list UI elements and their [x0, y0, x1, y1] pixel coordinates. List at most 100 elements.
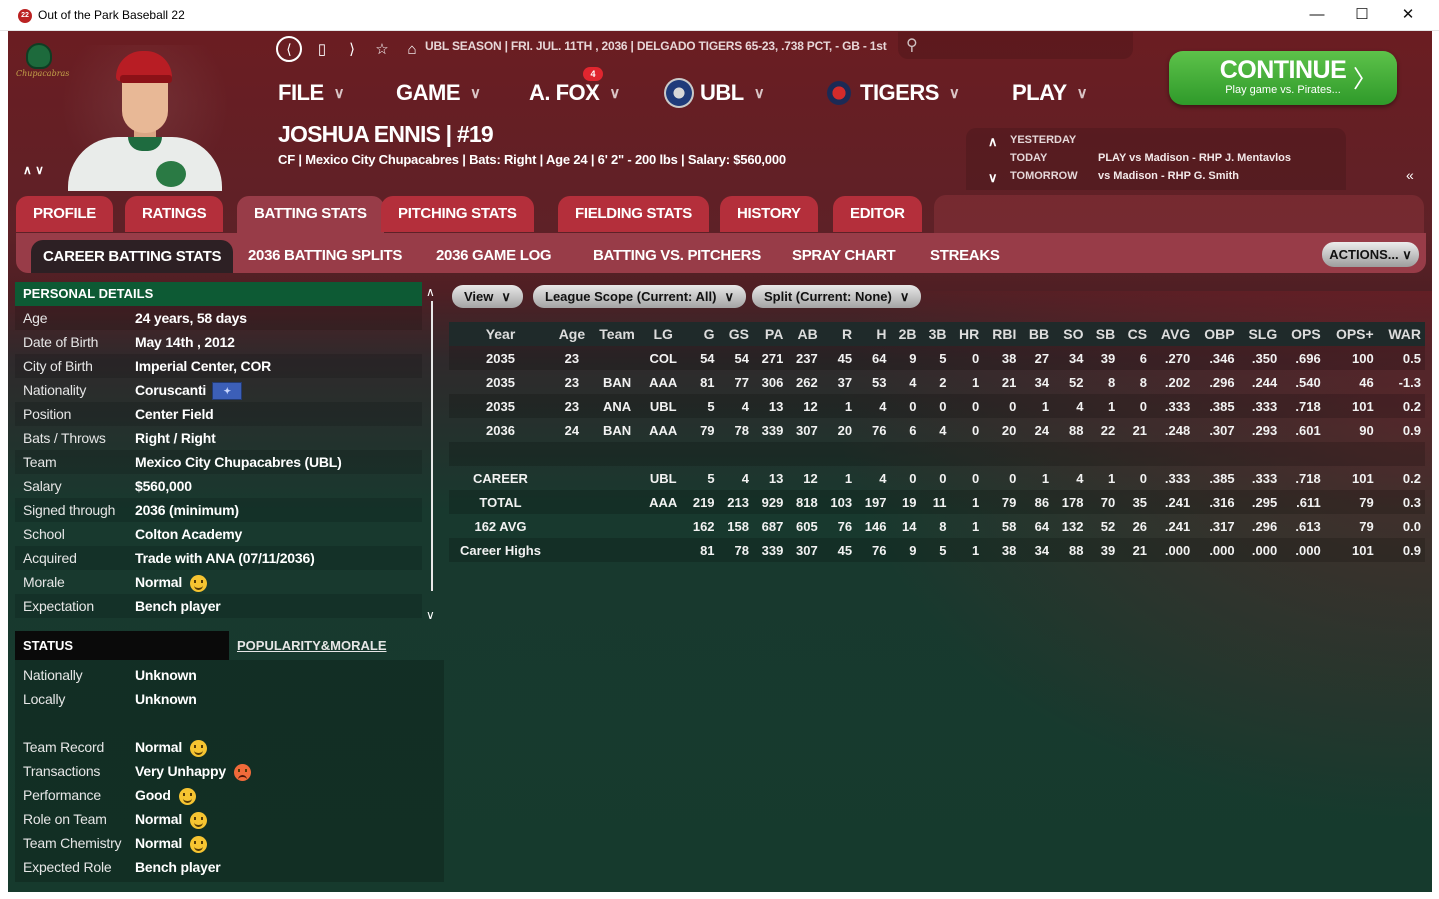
menu-league[interactable]: UBL ∨: [664, 78, 765, 108]
table-cell: 90: [1359, 422, 1374, 438]
table-cell: [950, 442, 984, 466]
scrollbar[interactable]: [431, 301, 433, 591]
table-cell: 54: [718, 346, 753, 370]
table-cell: [752, 442, 788, 466]
maximize-button[interactable]: ☐: [1345, 4, 1379, 26]
column-header[interactable]: H: [856, 322, 891, 346]
subtab-streaks[interactable]: STREAKS: [930, 242, 1000, 270]
column-header[interactable]: SLG: [1238, 322, 1282, 346]
notification-badge: 4: [583, 67, 603, 81]
table-cell: [642, 442, 685, 466]
column-header[interactable]: CS: [1119, 322, 1152, 346]
continue-button[interactable]: CONTINUE Play game vs. Pirates... 〉: [1169, 51, 1397, 105]
menu-team[interactable]: TIGERS ∨: [824, 78, 960, 108]
table-cell: .333: [1251, 470, 1278, 486]
forward-icon[interactable]: ⟩: [342, 40, 362, 58]
column-header[interactable]: 3B: [920, 322, 951, 346]
table-cell: COL: [642, 346, 685, 370]
tab-pitching-stats[interactable]: PITCHING STATS: [381, 196, 534, 232]
column-header[interactable]: AB: [787, 322, 822, 346]
column-header[interactable]: GS: [718, 322, 753, 346]
column-header[interactable]: RBI: [983, 322, 1021, 346]
detail-value: Trade with ANA (07/11/2036): [135, 550, 315, 566]
column-header[interactable]: OBP: [1194, 322, 1239, 346]
menu-play[interactable]: PLAY ∨: [1012, 78, 1088, 108]
table-cell: [592, 514, 642, 538]
minimize-button[interactable]: —: [1300, 4, 1334, 26]
column-header[interactable]: BB: [1020, 322, 1054, 346]
league-scope-dropdown[interactable]: League Scope (Current: All) ∨: [533, 285, 746, 308]
table-cell: .000: [1194, 538, 1239, 562]
subtab-career-batting-stats[interactable]: CAREER BATTING STATS: [31, 240, 234, 273]
table-cell: .244: [1251, 374, 1278, 390]
actions-button[interactable]: ACTIONS... ∨: [1322, 242, 1419, 267]
menu-file[interactable]: FILE ∨: [278, 78, 345, 108]
table-cell: 162 AVG: [474, 518, 527, 534]
bookmark-icon[interactable]: ▯: [312, 40, 332, 58]
tab-profile[interactable]: PROFILE: [16, 196, 113, 232]
menu-manager[interactable]: A. FOX ∨: [529, 78, 620, 108]
subtab-batting-vs-pitchers[interactable]: BATTING VS. PITCHERS: [593, 242, 761, 270]
table-row: TOTAL AAA 219 213 929 818 103 197 19 11 1 79 86 178 70…: [449, 490, 1425, 514]
table-cell: 2: [939, 374, 947, 390]
home-icon[interactable]: ⌂: [402, 41, 422, 58]
table-cell: CAREER: [473, 470, 528, 486]
table-row: 2035 23 BAN AAA 81 77 306 262 37 53 4 2 1 21 34 52 8 8.20…: [449, 370, 1425, 394]
search-input[interactable]: ⚲: [898, 32, 1133, 59]
column-header[interactable]: 2B: [890, 322, 921, 346]
star-icon[interactable]: ☆: [372, 40, 392, 58]
column-header[interactable]: G: [684, 322, 719, 346]
column-header[interactable]: HR: [950, 322, 984, 346]
column-header[interactable]: SB: [1087, 322, 1120, 346]
schedule-today-value[interactable]: PLAY vs Madison - RHP J. Mentavlos: [1098, 152, 1291, 164]
tab-fielding-stats[interactable]: FIELDING STATS: [558, 196, 709, 232]
view-dropdown[interactable]: View ∨: [452, 285, 523, 308]
table-cell: 86: [1020, 490, 1054, 514]
tab-editor[interactable]: EDITOR: [833, 196, 922, 232]
column-header[interactable]: Age: [551, 322, 592, 346]
table-cell: 178: [1053, 490, 1088, 514]
player-up-down-icon[interactable]: ∧ ∨: [23, 163, 44, 177]
split-dropdown[interactable]: Split (Current: None) ∨: [752, 285, 922, 308]
table-cell: 100: [1324, 346, 1378, 370]
menu-game[interactable]: GAME ∨: [396, 78, 481, 108]
personal-detail-row: Age 24 years, 58 days: [15, 306, 422, 330]
column-header[interactable]: Year: [449, 322, 552, 346]
close-button[interactable]: ✕: [1391, 4, 1425, 26]
table-cell: .333: [1238, 394, 1282, 418]
app-icon: 22: [18, 9, 32, 23]
chevron-up-icon[interactable]: ∧: [988, 134, 998, 150]
table-cell: 22: [1100, 422, 1116, 438]
column-header[interactable]: PA: [752, 322, 788, 346]
subtab-batting-splits[interactable]: 2036 BATTING SPLITS: [248, 242, 402, 270]
chevron-down-icon[interactable]: ∨: [988, 170, 998, 186]
subtab-game-log[interactable]: 2036 GAME LOG: [436, 242, 552, 270]
column-header[interactable]: Team: [591, 322, 643, 346]
table-cell: 4: [909, 374, 917, 390]
personal-detail-row: School Colton Academy: [15, 522, 422, 546]
status-value: Bench player: [135, 859, 221, 875]
column-header[interactable]: R: [821, 322, 857, 346]
back-icon[interactable]: ⟨: [276, 36, 302, 62]
column-header[interactable]: OPS+: [1324, 322, 1378, 346]
popularity-morale-link[interactable]: POPULARITY&MORALE: [237, 638, 387, 653]
scroll-up-icon[interactable]: ∧: [426, 285, 435, 299]
schedule-tomorrow[interactable]: TOMORROW: [1010, 170, 1078, 182]
schedule-yesterday[interactable]: YESTERDAY: [1010, 134, 1076, 146]
split-label: Split (Current: None): [764, 289, 892, 304]
tab-ratings[interactable]: RATINGS: [125, 196, 224, 232]
collapse-icon[interactable]: «: [1406, 167, 1414, 183]
column-header[interactable]: SO: [1053, 322, 1088, 346]
tab-history[interactable]: HISTORY: [720, 196, 818, 232]
column-header[interactable]: AVG: [1151, 322, 1195, 346]
column-header[interactable]: LG: [642, 322, 685, 346]
column-header[interactable]: WAR: [1377, 322, 1425, 346]
scroll-down-icon[interactable]: ∨: [426, 608, 435, 622]
team-logo[interactable]: Chupacabras: [16, 43, 69, 83]
table-cell: 88: [1069, 422, 1084, 438]
subtab-spray-chart[interactable]: SPRAY CHART: [792, 242, 896, 270]
column-header[interactable]: OPS: [1281, 322, 1325, 346]
status-row: Locally Unknown: [15, 687, 422, 711]
personal-detail-row: Morale Normal: [15, 570, 422, 594]
schedule-tomorrow-value[interactable]: vs Madison - RHP G. Smith: [1098, 170, 1239, 182]
